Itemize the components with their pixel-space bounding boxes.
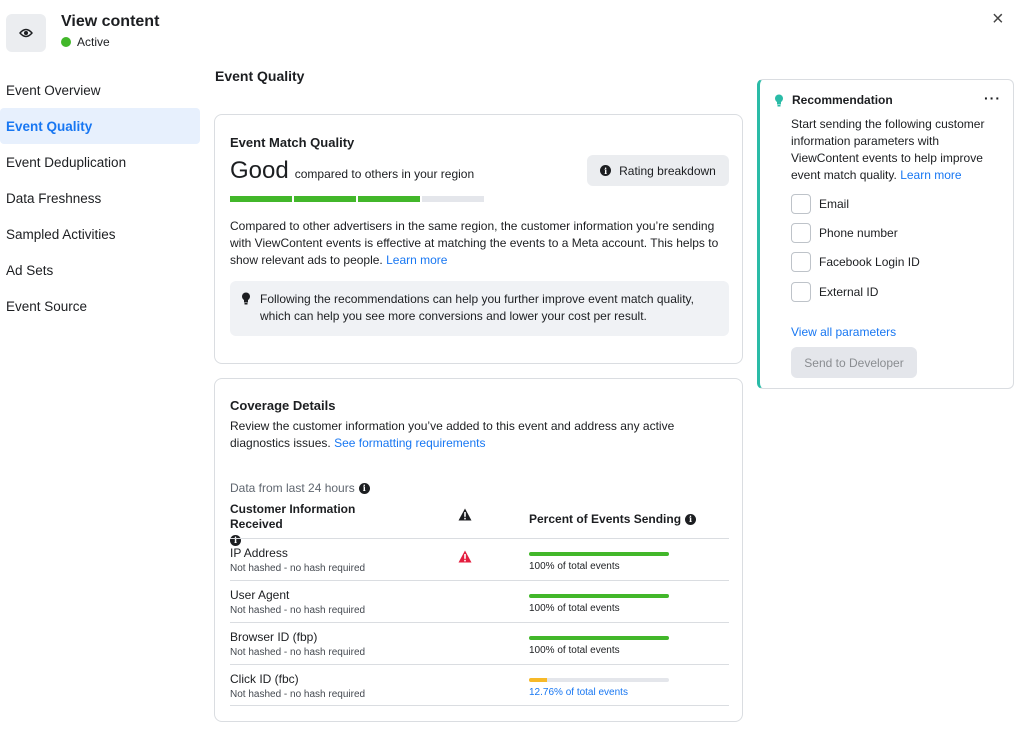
emq-score-bar bbox=[230, 196, 484, 202]
error-warning-icon[interactable] bbox=[458, 550, 472, 563]
sidebar-item-sampled-activities[interactable]: Sampled Activities bbox=[0, 216, 200, 252]
eye-icon bbox=[19, 28, 33, 38]
warning-icon bbox=[458, 508, 472, 521]
recommendation-learn-more-link[interactable]: Learn more bbox=[900, 168, 961, 182]
checkbox[interactable] bbox=[791, 194, 811, 214]
lightbulb-icon bbox=[775, 94, 783, 106]
section-title: Event Quality bbox=[215, 68, 305, 84]
status-label: Active bbox=[77, 35, 110, 49]
percent-bar-fill bbox=[529, 594, 669, 598]
param-checkbox-phone[interactable]: Phone number bbox=[791, 223, 898, 243]
percent-bar bbox=[529, 552, 669, 556]
table-row[interactable]: User Agent Not hashed - no hash required… bbox=[230, 580, 729, 622]
percent-label: 100% of total events bbox=[529, 645, 620, 656]
column-header-percent-sending-label: Percent of Events Sending bbox=[529, 512, 682, 526]
row-hash-status: Not hashed - no hash required bbox=[230, 689, 366, 700]
emq-score-segment bbox=[358, 196, 420, 202]
row-hash-status: Not hashed - no hash required bbox=[230, 647, 366, 658]
column-header-percent-sending: Percent of Events Sending i bbox=[529, 512, 697, 526]
percent-bar bbox=[529, 594, 669, 598]
row-name: Browser ID (fbp) bbox=[230, 630, 318, 644]
emq-description: Compared to other advertisers in the sam… bbox=[230, 218, 730, 269]
sidebar-item-data-freshness[interactable]: Data Freshness bbox=[0, 180, 200, 216]
recommendation-text: Start sending the following customer inf… bbox=[791, 116, 1001, 184]
coverage-title: Coverage Details bbox=[230, 398, 336, 413]
status-indicator: Active bbox=[61, 35, 110, 49]
table-row[interactable]: Click ID (fbc) Not hashed - no hash requ… bbox=[230, 664, 729, 706]
sidebar-nav: Event Overview Event Quality Event Dedup… bbox=[0, 72, 200, 324]
column-header-customer-info-label: Customer Information Received bbox=[230, 502, 356, 531]
event-match-quality-card: Event Match Quality Good compared to oth… bbox=[214, 114, 743, 364]
data-window-label: Data from last 24 hours bbox=[230, 481, 355, 495]
table-row[interactable]: Browser ID (fbp) Not hashed - no hash re… bbox=[230, 622, 729, 664]
sidebar-item-event-source[interactable]: Event Source bbox=[0, 288, 200, 324]
eye-icon-tile bbox=[6, 14, 46, 52]
status-dot-icon bbox=[61, 37, 71, 47]
row-hash-status: Not hashed - no hash required bbox=[230, 605, 366, 616]
emq-score-segment bbox=[422, 196, 484, 202]
param-checkbox-email[interactable]: Email bbox=[791, 194, 849, 214]
checkbox[interactable] bbox=[791, 252, 811, 272]
checkbox[interactable] bbox=[791, 223, 811, 243]
percent-bar-fill bbox=[529, 678, 547, 682]
percent-label: 100% of total events bbox=[529, 603, 620, 614]
percent-bar-fill bbox=[529, 636, 669, 640]
info-icon[interactable]: i bbox=[358, 482, 370, 494]
sidebar-item-event-overview[interactable]: Event Overview bbox=[0, 72, 200, 108]
row-hash-status: Not hashed - no hash required bbox=[230, 563, 366, 574]
lightbulb-icon bbox=[242, 292, 250, 305]
checkbox-label: Facebook Login ID bbox=[819, 255, 920, 269]
recommendation-panel: Recommendation ··· Start sending the fol… bbox=[757, 79, 1014, 389]
sidebar-item-event-quality[interactable]: Event Quality bbox=[0, 108, 200, 144]
more-options-icon[interactable]: ··· bbox=[984, 90, 1001, 106]
info-icon[interactable]: i bbox=[685, 513, 697, 525]
percent-label: 100% of total events bbox=[529, 561, 620, 572]
percent-bar-fill bbox=[529, 552, 669, 556]
percent-bar bbox=[529, 678, 669, 682]
checkbox[interactable] bbox=[791, 282, 811, 302]
emq-rating: Good bbox=[230, 157, 289, 184]
emq-title: Event Match Quality bbox=[230, 135, 355, 150]
recommendation-header: Recommendation bbox=[774, 93, 893, 107]
percent-bar bbox=[529, 636, 669, 640]
emq-description-text: Compared to other advertisers in the sam… bbox=[230, 219, 719, 267]
page-title: View content bbox=[61, 13, 160, 30]
table-row[interactable]: IP Address Not hashed - no hash required… bbox=[230, 538, 729, 580]
view-all-parameters-link[interactable]: View all parameters bbox=[791, 325, 896, 339]
row-name: Click ID (fbc) bbox=[230, 672, 299, 686]
checkbox-label: External ID bbox=[819, 285, 879, 299]
rating-breakdown-label: Rating breakdown bbox=[619, 163, 716, 178]
row-name: IP Address bbox=[230, 546, 288, 560]
checkbox-label: Phone number bbox=[819, 226, 898, 240]
send-to-developer-button[interactable]: Send to Developer bbox=[791, 347, 917, 378]
coverage-description: Review the customer information you’ve a… bbox=[230, 418, 730, 452]
sidebar-item-event-deduplication[interactable]: Event Deduplication bbox=[0, 144, 200, 180]
emq-tip-text: Following the recommendations can help y… bbox=[260, 292, 694, 323]
emq-rating-subtext: compared to others in your region bbox=[294, 167, 475, 181]
checkbox-label: Email bbox=[819, 197, 850, 211]
emq-learn-more-link[interactable]: Learn more bbox=[386, 253, 447, 267]
emq-tip: Following the recommendations can help y… bbox=[230, 281, 729, 336]
emq-rating-row: Good compared to others in your region bbox=[230, 157, 474, 185]
info-icon: i bbox=[600, 165, 612, 176]
sidebar-item-ad-sets[interactable]: Ad Sets bbox=[0, 252, 200, 288]
percent-label: 12.76% of total events bbox=[529, 687, 628, 698]
row-name: User Agent bbox=[230, 588, 290, 602]
rating-breakdown-button[interactable]: i Rating breakdown bbox=[587, 155, 729, 186]
param-checkbox-facebook-login-id[interactable]: Facebook Login ID bbox=[791, 252, 920, 272]
emq-score-segment bbox=[294, 196, 356, 202]
formatting-requirements-link[interactable]: See formatting requirements bbox=[334, 436, 485, 450]
close-icon[interactable]: × bbox=[992, 9, 1004, 29]
data-window-note: Data from last 24 hours i bbox=[230, 481, 370, 495]
recommendation-title: Recommendation bbox=[792, 93, 893, 107]
param-checkbox-external-id[interactable]: External ID bbox=[791, 282, 878, 302]
coverage-details-card: Coverage Details Review the customer inf… bbox=[214, 378, 743, 722]
emq-score-segment bbox=[230, 196, 292, 202]
